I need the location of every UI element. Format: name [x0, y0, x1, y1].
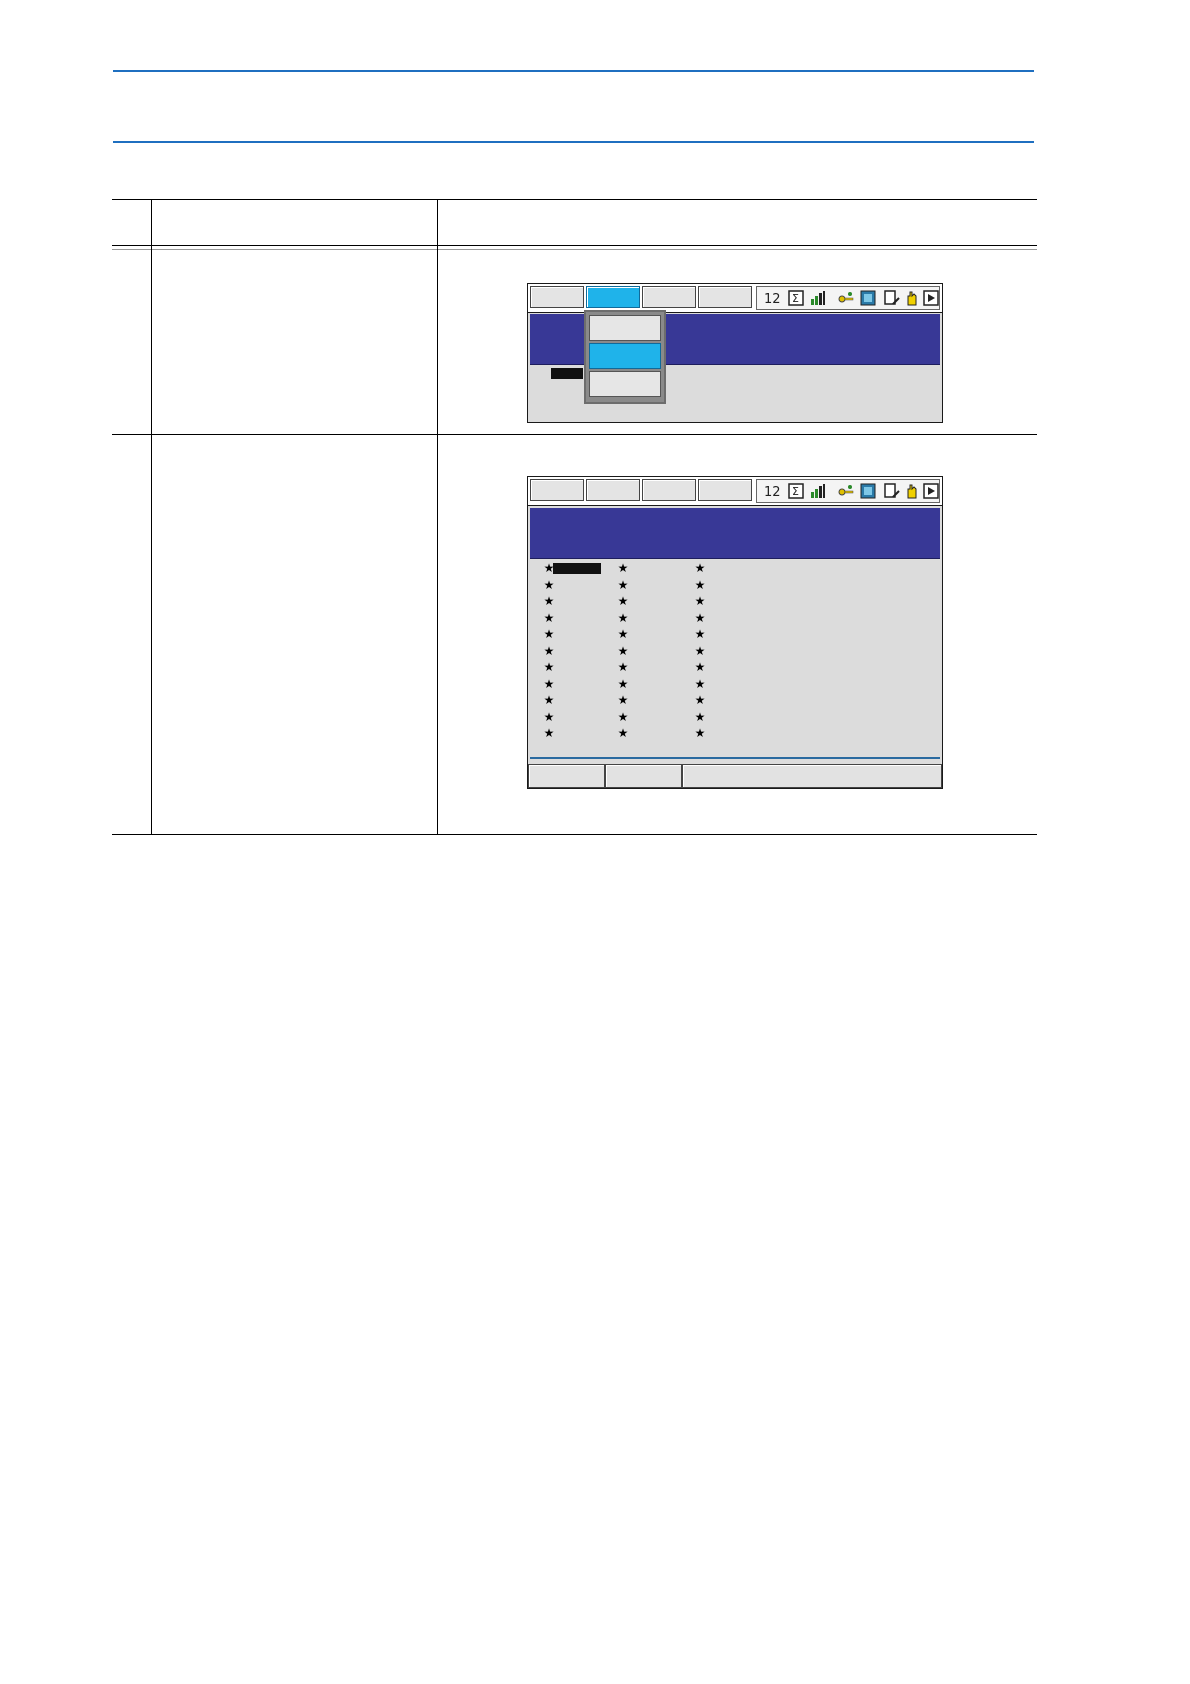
- title-panel: [530, 508, 940, 559]
- menu-button-4[interactable]: [698, 286, 752, 308]
- job-counter-icon: 12: [764, 292, 780, 306]
- menu-button-4[interactable]: [698, 479, 752, 501]
- star-marker: ★: [694, 610, 706, 625]
- svg-text:12: 12: [764, 485, 780, 499]
- table-col-divider-1: [151, 199, 152, 835]
- edit-icon: [884, 483, 900, 498]
- star-marker: ★: [543, 610, 555, 625]
- pendant-screen-menu: 12 Σ: [527, 283, 943, 423]
- pendant-screen-list: 12 Σ ★ ★ ★ ★ ★ ★ ★ ★ ★ ★ ★ ★ ★ ★ ★ ★ ★ ★ ★ ★ ★ ★ ★ ★ ★ ★ ★ ★ ★ ★ ★ ★ ★: [527, 476, 943, 789]
- star-marker: ★: [694, 561, 706, 575]
- menu-button-3[interactable]: [642, 479, 696, 501]
- star-marker: ★: [694, 594, 706, 608]
- key-icon: [838, 485, 854, 496]
- sigma-icon: Σ: [788, 483, 804, 499]
- star-marker: ★: [694, 693, 706, 707]
- status-icon-bar: 12 Σ: [756, 479, 940, 503]
- main-menu-bar: 12 Σ: [528, 284, 942, 313]
- star-marker: ★: [694, 709, 706, 724]
- sigma-icon: Σ: [788, 290, 804, 306]
- header-rule-top: [113, 70, 1034, 72]
- star-marker: ★: [617, 643, 629, 658]
- star-marker: ★: [543, 561, 555, 575]
- star-marker: ★: [617, 726, 629, 740]
- svg-text:Σ: Σ: [792, 485, 799, 498]
- pulldown-item-2-selected[interactable]: [589, 343, 661, 369]
- star-marker: ★: [543, 660, 555, 674]
- star-marker: ★: [543, 627, 555, 641]
- star-marker: ★: [543, 676, 555, 691]
- table-bottom-border: [112, 834, 1037, 835]
- star-marker: ★: [543, 594, 555, 608]
- star-marker: ★: [543, 726, 555, 740]
- storage-icon: [860, 483, 876, 499]
- star-marker: ★: [617, 693, 629, 707]
- star-marker: ★: [617, 594, 629, 608]
- menu-button-2[interactable]: [586, 479, 640, 501]
- star-marker: ★: [543, 693, 555, 707]
- star-marker: ★: [617, 676, 629, 691]
- pulldown-menu: [584, 310, 666, 404]
- star-marker: ★: [694, 627, 706, 641]
- job-counter-icon: 12: [764, 485, 780, 499]
- svg-text:12: 12: [764, 292, 780, 306]
- table-col-divider-2: [437, 199, 438, 835]
- star-marker: ★: [543, 577, 555, 592]
- hand-icon: [907, 484, 917, 499]
- menu-button-3[interactable]: [642, 286, 696, 308]
- table-header-double-border: [112, 249, 1037, 250]
- edit-icon: [884, 290, 900, 305]
- star-marker: ★: [694, 726, 706, 740]
- header-rule-bottom: [113, 141, 1034, 143]
- star-marker: ★: [617, 709, 629, 724]
- svg-text:Σ: Σ: [792, 292, 799, 305]
- function-key-1[interactable]: [528, 764, 605, 788]
- pulldown-item-3[interactable]: [589, 371, 661, 397]
- star-marker: ★: [617, 660, 629, 674]
- menu-button-1[interactable]: [530, 286, 584, 308]
- star-marker: ★: [694, 660, 706, 674]
- list-cursor: [551, 368, 583, 379]
- list-cursor: [553, 563, 601, 574]
- menu-button-1[interactable]: [530, 479, 584, 501]
- signal-icon: [811, 484, 825, 498]
- star-marker: ★: [694, 577, 706, 592]
- hand-icon: [907, 291, 917, 306]
- pulldown-item-1[interactable]: [589, 315, 661, 341]
- main-menu-bar-2: 12 Σ: [528, 477, 942, 506]
- header-cell-step: [112, 200, 151, 245]
- play-icon: [923, 483, 939, 499]
- status-icon-bar: 12 Σ: [756, 286, 940, 310]
- header-cell-operation: [152, 200, 437, 245]
- star-marker: ★: [617, 610, 629, 625]
- star-marker: ★: [694, 643, 706, 658]
- message-bar: [682, 764, 942, 788]
- star-marker: ★: [694, 676, 706, 691]
- list-area: ★ ★ ★ ★ ★ ★ ★ ★ ★ ★ ★ ★ ★ ★ ★ ★ ★ ★ ★ ★ ★ ★ ★ ★ ★ ★ ★ ★ ★ ★ ★ ★ ★: [530, 559, 940, 759]
- header-cell-explanation: [438, 200, 1037, 245]
- play-icon: [923, 290, 939, 306]
- key-icon: [838, 292, 854, 303]
- signal-icon: [811, 291, 825, 305]
- table-row-divider: [112, 434, 1037, 435]
- menu-button-2-active[interactable]: [586, 286, 640, 308]
- star-marker: ★: [617, 627, 629, 641]
- storage-icon: [860, 290, 876, 306]
- star-marker: ★: [617, 577, 629, 592]
- star-marker: ★: [617, 561, 629, 575]
- table-header-bottom-border: [112, 245, 1037, 246]
- function-key-2[interactable]: [605, 764, 682, 788]
- star-marker: ★: [543, 643, 555, 658]
- star-marker: ★: [543, 709, 555, 724]
